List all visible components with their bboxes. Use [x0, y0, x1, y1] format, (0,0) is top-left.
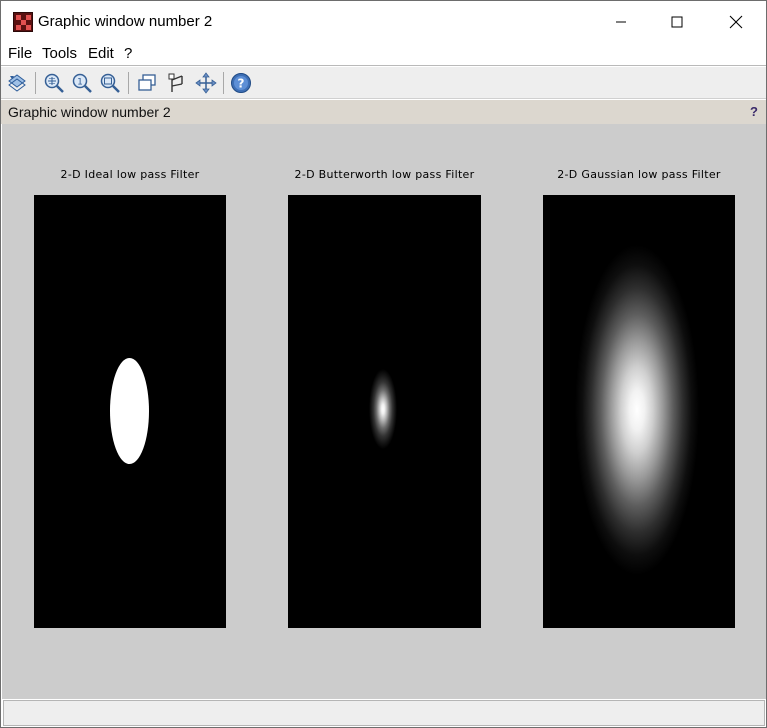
menu-bar: File Tools Edit ? — [1, 43, 766, 66]
plot-title-gaussian: 2-D Gaussian low pass Filter — [557, 168, 721, 181]
toolbar-separator — [35, 72, 36, 94]
rotate-button[interactable] — [5, 71, 29, 95]
svg-text:?: ? — [238, 77, 245, 91]
new-window-icon — [138, 74, 156, 91]
zoom-grid-icon — [44, 73, 64, 93]
close-button[interactable] — [713, 1, 759, 43]
plot-ideal-lowpass[interactable] — [34, 195, 226, 628]
datatip-button[interactable] — [165, 71, 189, 95]
menu-tools[interactable]: Tools — [42, 45, 77, 62]
menu-edit[interactable]: Edit — [88, 45, 114, 62]
pan-button[interactable] — [194, 71, 218, 95]
title-bar[interactable]: Graphic window number 2 — [1, 1, 766, 43]
toolbar-separator — [128, 72, 129, 94]
help-button[interactable]: ? — [229, 71, 253, 95]
status-bar — [3, 700, 765, 726]
zoom-original-button[interactable]: 1 — [70, 71, 94, 95]
datatip-icon — [168, 73, 183, 92]
plot-title-ideal: 2-D Ideal low pass Filter — [60, 168, 200, 181]
minimize-button[interactable] — [598, 1, 644, 43]
info-bar-text: Graphic window number 2 — [8, 104, 171, 120]
rotate-icon — [8, 74, 26, 92]
maximize-button[interactable] — [654, 1, 700, 43]
zoom-out-button[interactable] — [98, 71, 122, 95]
butterworth-filter-response — [288, 195, 481, 628]
zoom-original-icon: 1 — [72, 73, 92, 93]
plot-title-butterworth: 2-D Butterworth low pass Filter — [294, 168, 475, 181]
toolbar-separator — [223, 72, 224, 94]
graphic-canvas[interactable]: 2-D Ideal low pass Filter 2-D Butterwort… — [2, 124, 766, 699]
menu-help[interactable]: ? — [124, 45, 132, 62]
maximize-icon — [671, 16, 683, 28]
new-window-button[interactable] — [135, 71, 159, 95]
plot-gaussian-lowpass[interactable] — [543, 195, 735, 628]
pan-icon — [195, 72, 217, 94]
minimize-icon — [616, 21, 626, 23]
svg-text:1: 1 — [77, 78, 83, 88]
zoom-grid-button[interactable] — [42, 71, 66, 95]
info-bar-help[interactable]: ? — [750, 104, 758, 119]
gaussian-filter-response — [543, 195, 735, 628]
help-icon: ? — [231, 73, 251, 93]
info-bar: Graphic window number 2 ? — [1, 100, 766, 124]
zoom-out-icon — [100, 73, 120, 93]
toolbar: 1 ? — [1, 67, 766, 99]
ideal-filter-passband — [110, 358, 149, 464]
graphic-window: Graphic window number 2 File Tools Edit … — [0, 0, 767, 728]
scilab-app-icon — [13, 12, 33, 32]
menu-file[interactable]: File — [8, 45, 32, 62]
plot-butterworth-lowpass[interactable] — [288, 195, 481, 628]
window-title: Graphic window number 2 — [38, 13, 213, 30]
close-icon — [729, 15, 743, 29]
